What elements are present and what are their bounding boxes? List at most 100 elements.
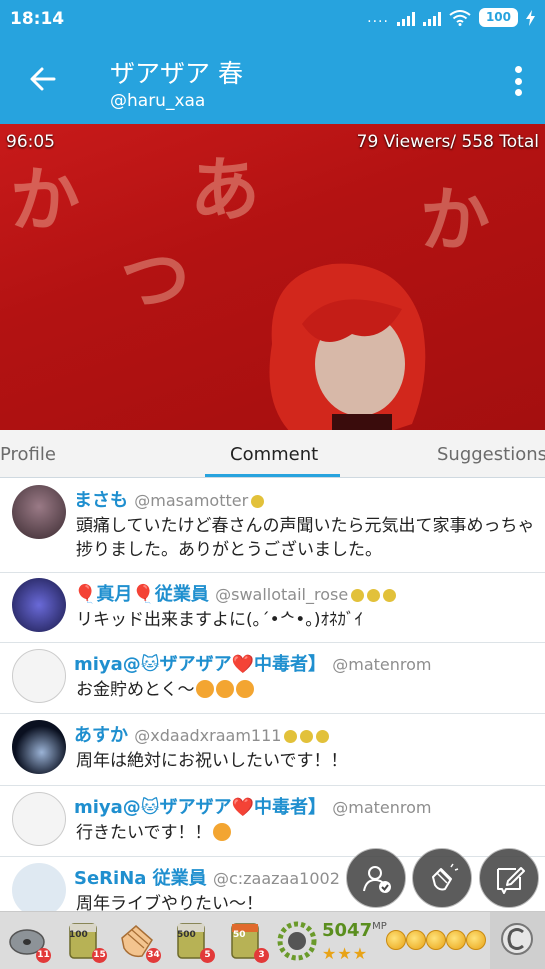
page-title: ザアザア 春: [110, 59, 243, 88]
avatar[interactable]: [12, 792, 66, 846]
charging-bolt-icon: [526, 9, 535, 26]
comment-author[interactable]: miya@🐱ザアザア❤️中毒者】 @matenrom: [74, 650, 432, 676]
performer-image: [269, 263, 426, 430]
author-id: @swallotail_rose: [215, 585, 349, 604]
author-name: まさも: [74, 490, 128, 511]
gift-item-disc[interactable]: 11: [8, 920, 51, 963]
back-arrow-icon[interactable]: [26, 62, 60, 96]
comment-item: まさも @masamotter 頭痛していたけど春さんの声聞いたら元気出て家事め…: [0, 479, 545, 573]
author-name: あすか: [74, 725, 128, 746]
status-icons: .... 100: [367, 8, 535, 27]
more-vert-icon[interactable]: [515, 66, 523, 96]
applause-icon: [432, 863, 459, 891]
signal-dots: ....: [367, 9, 389, 26]
crying-face-icon: [212, 823, 231, 841]
tab-profile[interactable]: Profile: [0, 444, 56, 465]
gift-count: 15: [92, 948, 107, 963]
status-time: 18:14: [10, 9, 65, 29]
crying-face-icon: [195, 680, 214, 698]
mp-unit: MP: [372, 921, 387, 932]
background-pattern: か: [10, 159, 80, 241]
gift-item-tea-50[interactable]: 50 3: [226, 920, 269, 963]
rank-badge-icon: [351, 588, 365, 602]
gift-bar: 11 100 15 34 500 5 50 3 5047MP ★★★: [0, 911, 545, 969]
coin-icon: [426, 930, 446, 950]
elapsed-time: 96:05: [6, 132, 55, 152]
camera-button[interactable]: [490, 912, 545, 969]
avatar[interactable]: [12, 485, 66, 539]
coin-icon: [466, 930, 486, 950]
comment-author[interactable]: あすか @xdaadxraam111: [74, 721, 330, 747]
background-pattern: か: [420, 179, 490, 261]
camera-icon: [501, 923, 533, 955]
background-pattern: あ: [190, 149, 260, 231]
comment-text: 周年は絶対にお祝いしたいです！！: [76, 751, 348, 771]
comment-item: あすか @xdaadxraam111 周年は絶対にお祝いしたいです！！: [0, 714, 545, 786]
background-pattern: つ: [120, 239, 190, 321]
author-name: miya@🐱ザアザア❤️中毒者】: [74, 797, 326, 818]
wifi-icon: [449, 9, 471, 26]
comment-item: 🎈真月🎈従業員 @swallotail_rose リキッド出来ますよに(｡ˊ•ᄉ…: [0, 573, 545, 643]
tab-bar: Profile Comment Suggestions: [0, 430, 545, 478]
gift-label: 500: [177, 930, 196, 940]
rank-badge-icon: [316, 729, 330, 743]
rank-badge-icon: [284, 729, 298, 743]
compose-icon: [497, 867, 525, 894]
gift-count: 34: [146, 948, 161, 963]
comment-author[interactable]: まさも @masamotter: [74, 486, 265, 512]
tab-comment[interactable]: Comment: [230, 444, 318, 465]
comment-author[interactable]: miya@🐱ザアザア❤️中毒者】 @matenrom: [74, 793, 432, 819]
gift-count: 5: [200, 948, 215, 963]
tab-suggestions[interactable]: Suggestions: [437, 444, 545, 465]
follow-user-button[interactable]: [346, 848, 406, 908]
author-name: 🎈真月🎈従業員: [74, 584, 209, 605]
author-name: miya@🐱ザアザア❤️中毒者】: [74, 654, 326, 675]
gift-count: 3: [254, 948, 269, 963]
author-name: SeRiNa 従業員: [74, 868, 207, 889]
avatar[interactable]: [12, 720, 66, 774]
comment-author[interactable]: 🎈真月🎈従業員 @swallotail_rose: [74, 580, 397, 606]
author-id: @matenrom: [332, 798, 432, 817]
rank-badge-icon: [367, 588, 381, 602]
comment-list[interactable]: まさも @masamotter 頭痛していたけど春さんの声聞いたら元気出て家事め…: [0, 479, 545, 911]
applause-button[interactable]: [412, 848, 472, 908]
compose-comment-button[interactable]: [479, 848, 539, 908]
gift-label: 100: [69, 930, 88, 940]
comment-item: miya@🐱ザアザア❤️中毒者】 @matenrom お金貯めとく〜: [0, 643, 545, 714]
cell-signal-2-icon: [422, 10, 441, 26]
live-video[interactable]: か つ か あ 96:05 79 Viewers/ 558 Total: [0, 124, 545, 430]
follow-user-icon: [363, 866, 391, 893]
user-handle: @haru_xaa: [110, 91, 206, 111]
rank-badge-icon: [383, 588, 397, 602]
mp-number: 5047: [322, 920, 373, 941]
mp-value: 5047MP: [322, 920, 387, 941]
app-bar: ザアザア 春 @haru_xaa: [0, 38, 545, 124]
comment-text: お金貯めとく〜: [76, 678, 535, 702]
author-id: @c:zaazaa1002: [212, 869, 340, 888]
gift-count: 11: [36, 948, 51, 963]
author-id: @matenrom: [332, 655, 432, 674]
battery-icon: 100: [478, 8, 518, 27]
coin-icon: [386, 930, 406, 950]
avatar[interactable]: [12, 578, 66, 632]
coin-icon: [446, 930, 466, 950]
comment-item: miya@🐱ザアザア❤️中毒者】 @matenrom 行きたいです！！: [0, 786, 545, 857]
gift-item-clapping-hands[interactable]: 34: [118, 920, 161, 963]
crying-face-icon: [235, 680, 254, 698]
gift-label: 50: [233, 930, 246, 940]
avatar[interactable]: [12, 863, 66, 911]
comment-text-body: 行きたいです！！: [76, 823, 212, 843]
rank-badge-icon: [251, 494, 265, 508]
mp-ring-icon: [277, 921, 317, 961]
comment-text-body: お金貯めとく〜: [76, 680, 195, 700]
avatar[interactable]: [12, 649, 66, 703]
gift-item-tea-100[interactable]: 100 15: [64, 920, 107, 963]
coin-icon: [406, 930, 426, 950]
comment-author[interactable]: SeRiNa 従業員 @c:zaazaa1002: [74, 864, 340, 890]
viewer-count: 79 Viewers/ 558 Total: [356, 132, 539, 152]
rank-badge-icon: [300, 729, 314, 743]
crying-face-icon: [215, 680, 234, 698]
cell-signal-icon: [396, 10, 415, 26]
gift-item-tea-500[interactable]: 500 5: [172, 920, 215, 963]
comment-text: リキッド出来ますよに(｡ˊ•ᄉ•｡)ｵﾈｶﾞｲ: [76, 610, 363, 630]
